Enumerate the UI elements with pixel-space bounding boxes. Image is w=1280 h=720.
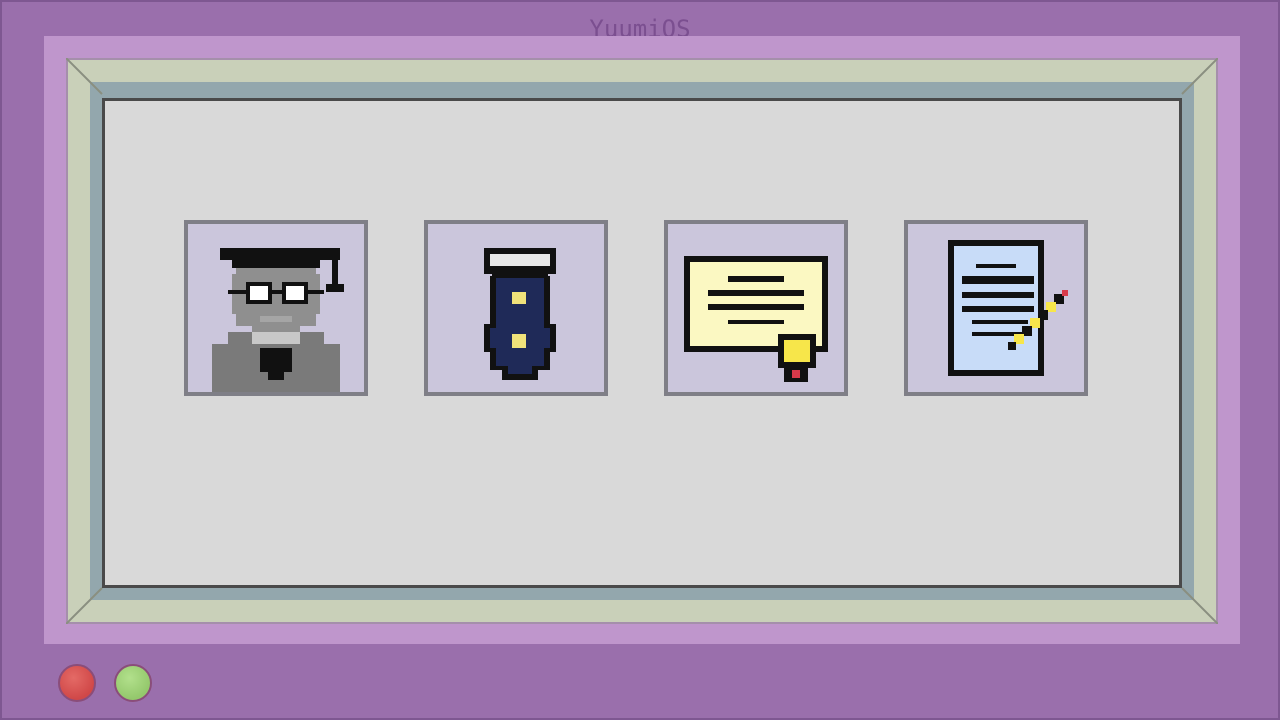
document-pencil-icon	[948, 240, 1068, 376]
necktie-icon	[484, 248, 556, 380]
red-power-button[interactable]	[58, 664, 96, 702]
green-power-button[interactable]	[114, 664, 152, 702]
app-document-pencil[interactable]	[904, 220, 1088, 396]
app-diploma-certificate[interactable]	[664, 220, 848, 396]
diploma-certificate-icon	[684, 256, 828, 382]
app-necktie[interactable]	[424, 220, 608, 396]
graduate-portrait-icon	[212, 248, 344, 392]
app-graduate-portrait[interactable]	[184, 220, 368, 396]
